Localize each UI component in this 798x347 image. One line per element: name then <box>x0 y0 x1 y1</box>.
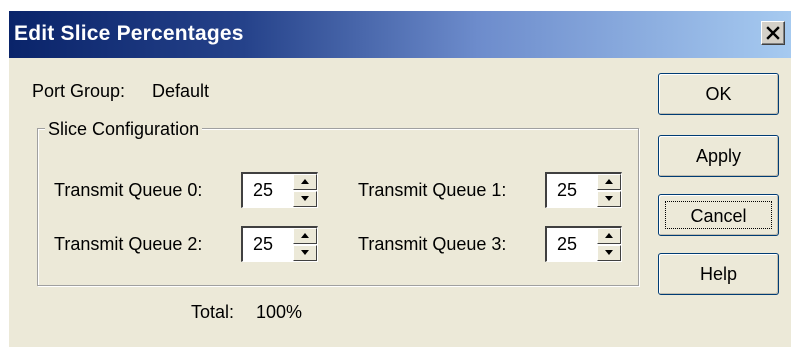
transmit-queue-3-increment[interactable] <box>597 228 621 244</box>
port-group-value: Default <box>152 81 210 101</box>
port-group-label: Port Group: <box>32 81 126 101</box>
transmit-queue-0-label: Transmit Queue 0: <box>54 180 203 200</box>
transmit-queue-0-increment[interactable] <box>293 174 317 190</box>
arrow-down-icon <box>301 196 309 201</box>
transmit-queue-2-spinner[interactable]: 25 <box>241 226 318 262</box>
help-button[interactable]: Help <box>658 253 779 295</box>
transmit-queue-3-value[interactable]: 25 <box>557 234 577 255</box>
transmit-queue-2-value[interactable]: 25 <box>253 234 273 255</box>
transmit-queue-3-spinner[interactable]: 25 <box>545 226 622 262</box>
transmit-queue-3-label: Transmit Queue 3: <box>358 234 507 254</box>
transmit-queue-1-decrement[interactable] <box>597 191 621 207</box>
total-value: 100% <box>256 302 303 322</box>
arrow-up-icon <box>301 179 309 184</box>
transmit-queue-2-increment[interactable] <box>293 228 317 244</box>
arrow-down-icon <box>605 250 613 255</box>
transmit-queue-0-value[interactable]: 25 <box>253 180 273 201</box>
arrow-up-icon <box>605 233 613 238</box>
transmit-queue-1-spinner[interactable]: 25 <box>545 172 622 208</box>
arrow-down-icon <box>605 196 613 201</box>
cancel-button[interactable]: Cancel <box>658 194 779 236</box>
apply-button[interactable]: Apply <box>658 135 779 177</box>
transmit-queue-1-increment[interactable] <box>597 174 621 190</box>
transmit-queue-3-decrement[interactable] <box>597 245 621 261</box>
transmit-queue-2-label: Transmit Queue 2: <box>54 234 203 254</box>
transmit-queue-0-decrement[interactable] <box>293 191 317 207</box>
transmit-queue-1-value[interactable]: 25 <box>557 180 577 201</box>
close-button[interactable] <box>761 21 785 45</box>
ok-button[interactable]: OK <box>658 73 779 115</box>
transmit-queue-2-decrement[interactable] <box>293 245 317 261</box>
slice-configuration-legend: Slice Configuration <box>45 119 203 140</box>
transmit-queue-0-spinner[interactable]: 25 <box>241 172 318 208</box>
arrow-up-icon <box>605 179 613 184</box>
transmit-queue-1-label: Transmit Queue 1: <box>358 180 507 200</box>
title-bar[interactable]: Edit Slice Percentages <box>9 11 791 58</box>
arrow-up-icon <box>301 233 309 238</box>
window-title: Edit Slice Percentages <box>14 22 244 45</box>
close-icon <box>766 26 780 40</box>
total-label: Total: <box>191 302 235 322</box>
arrow-down-icon <box>301 250 309 255</box>
cancel-button-label: Cancel <box>665 201 772 229</box>
edit-slice-percentages-dialog: Edit Slice Percentages Port Group: Defau… <box>9 11 791 347</box>
